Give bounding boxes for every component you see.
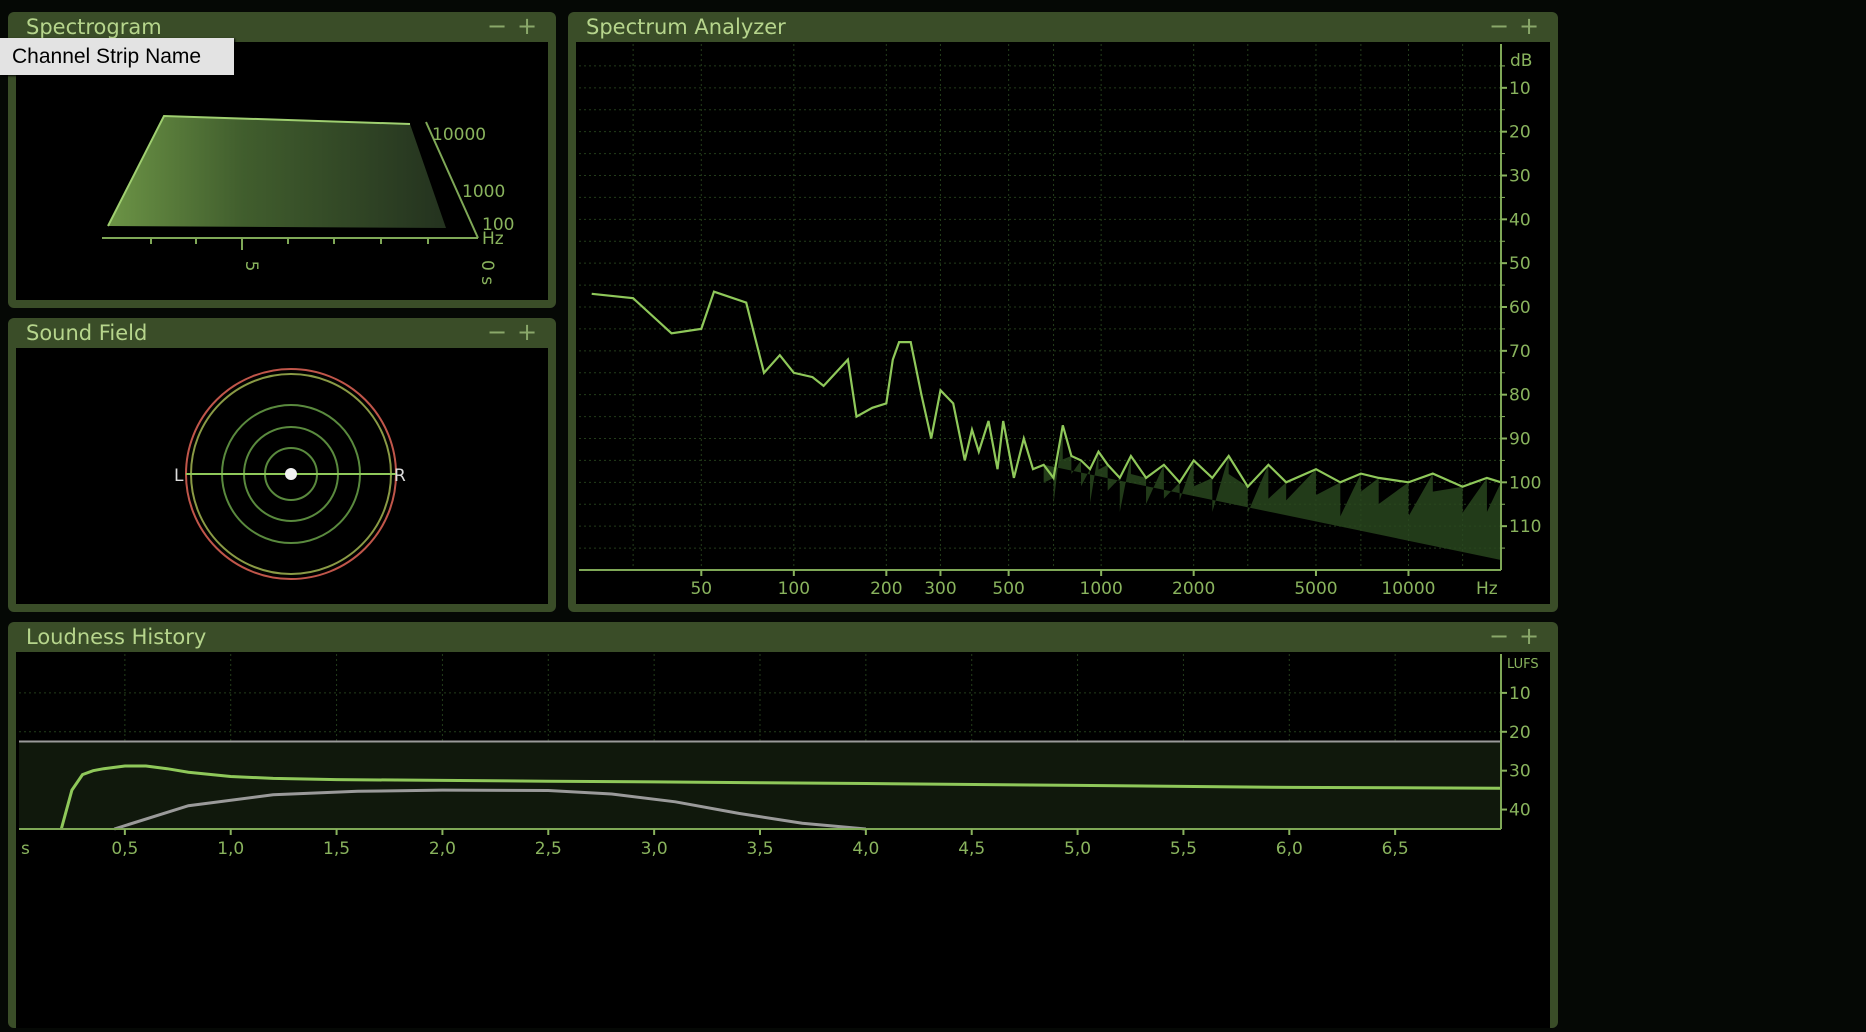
- loudness-time-label: 6,5: [1382, 839, 1409, 859]
- spectrogram-freq-label-1000: 1000: [462, 182, 505, 202]
- sound-field-panel: Sound Field − + L R: [8, 318, 556, 612]
- loudness-lufs-label: 40: [1509, 801, 1531, 821]
- spectrogram-surface: [108, 116, 446, 228]
- spectrum-hz-unit: Hz: [1476, 579, 1498, 599]
- loudness-time-label: 4,5: [958, 839, 985, 859]
- loudness-lufs-unit: LUFS: [1507, 657, 1539, 672]
- spectrogram-3d-plot: 10000 1000 100 Hz 5 0 s: [102, 114, 514, 285]
- minimize-icon[interactable]: −: [482, 318, 512, 346]
- maximize-icon[interactable]: +: [1514, 12, 1544, 40]
- spectrum-trace: [591, 290, 1502, 489]
- spectrum-hz-label: 100: [778, 579, 810, 599]
- spectrum-db-label: 90: [1509, 430, 1531, 450]
- maximize-icon[interactable]: +: [512, 318, 542, 346]
- spectrum-hz-label: 200: [870, 579, 902, 599]
- spectrum-db-label: 20: [1509, 123, 1531, 143]
- spectrum-db-label: 110: [1509, 517, 1541, 537]
- minimize-icon[interactable]: −: [1484, 622, 1514, 650]
- spectrum-chart: dB 10 20 30 40 50 60 70 80 90 100 110 50…: [579, 44, 1541, 599]
- spectrum-db-label: 60: [1509, 298, 1531, 318]
- spectrum-db-label: 10: [1509, 79, 1531, 99]
- spectrum-db-label: 80: [1509, 386, 1531, 406]
- spectrum-analyzer-panel: Spectrum Analyzer − + dB 10 20 30 40 50 6…: [568, 12, 1558, 612]
- spectrogram-freq-unit: Hz: [482, 229, 504, 249]
- loudness-history-header: Loudness History − +: [8, 622, 1558, 654]
- loudness-time-label: 3,5: [746, 839, 773, 859]
- loudness-time-label: 6,0: [1276, 839, 1303, 859]
- sound-field-left-label: L: [174, 466, 184, 486]
- spectrum-analyzer-title: Spectrum Analyzer: [586, 15, 786, 39]
- maximize-icon[interactable]: +: [1514, 622, 1544, 650]
- spectrum-hz-label: 300: [924, 579, 956, 599]
- spectrum-hz-label: 50: [690, 579, 712, 599]
- loudness-time-label: 2,0: [429, 839, 456, 859]
- spectrum-db-label: 40: [1509, 210, 1531, 230]
- spectrogram-time-label-0: 0 s: [477, 260, 497, 285]
- sound-field-view[interactable]: L R: [16, 348, 548, 604]
- spectrogram-time-label-5: 5: [241, 261, 261, 272]
- loudness-time-label: 0,5: [111, 839, 138, 859]
- loudness-chart: LUFS 10 20 30 40 s 0,5 1,0 1,5 2,0 2,5 3…: [19, 654, 1539, 859]
- loudness-history-panel: Loudness History −+ LUFS 10 20 30 40 s: [8, 622, 1558, 1028]
- loudness-time-label: 3,0: [641, 839, 668, 859]
- spectrum-noise-fill: [1043, 425, 1501, 560]
- loudness-time-label: 5,5: [1170, 839, 1197, 859]
- loudness-lufs-label: 10: [1509, 684, 1531, 704]
- sound-field-title: Sound Field: [26, 321, 148, 345]
- sound-field-header: Sound Field − +: [8, 318, 556, 350]
- loudness-time-label: 4,0: [852, 839, 879, 859]
- spectrum-db-label: 100: [1509, 473, 1541, 493]
- loudness-lufs-label: 30: [1509, 762, 1531, 782]
- spectrum-db-unit: dB: [1510, 51, 1532, 71]
- spectrogram-freq-label-10000: 10000: [432, 125, 486, 145]
- loudness-time-label: 1,0: [217, 839, 244, 859]
- spectrum-analyzer-view[interactable]: dB 10 20 30 40 50 60 70 80 90 100 110 50…: [576, 42, 1550, 604]
- sound-field-plot: L R: [174, 368, 406, 580]
- loudness-time-label: 2,5: [535, 839, 562, 859]
- loudness-time-label: 5,0: [1064, 839, 1091, 859]
- loudness-time-label: 1,5: [323, 839, 350, 859]
- spectrum-db-label: 50: [1509, 254, 1531, 274]
- loudness-lufs-label: 20: [1509, 723, 1531, 743]
- minimize-icon[interactable]: −: [482, 12, 512, 40]
- sound-field-right-label: R: [394, 466, 406, 486]
- maximize-icon[interactable]: +: [512, 12, 542, 40]
- spectrum-db-label: 30: [1509, 167, 1531, 187]
- spectrum-db-label: 70: [1509, 342, 1531, 362]
- loudness-history-title: Loudness History: [26, 625, 207, 649]
- spectrum-hz-label: 2000: [1172, 579, 1215, 599]
- spectrum-hz-label: 500: [992, 579, 1024, 599]
- spectrogram-view[interactable]: 10000 1000 100 Hz 5 0 s: [16, 42, 548, 300]
- sound-field-position-dot: [285, 468, 297, 480]
- spectrogram-title: Spectrogram: [26, 15, 162, 39]
- spectrum-hz-label: 10000: [1381, 579, 1435, 599]
- minimize-icon[interactable]: −: [1484, 12, 1514, 40]
- loudness-history-view[interactable]: LUFS 10 20 30 40 s 0,5 1,0 1,5 2,0 2,5 3…: [16, 652, 1550, 1028]
- spectrum-analyzer-header: Spectrum Analyzer − +: [568, 12, 1558, 44]
- spectrum-hz-label: 1000: [1080, 579, 1123, 599]
- channel-strip-tooltip: Channel Strip Name: [0, 38, 234, 75]
- loudness-time-unit: s: [21, 839, 30, 859]
- spectrum-hz-label: 5000: [1294, 579, 1337, 599]
